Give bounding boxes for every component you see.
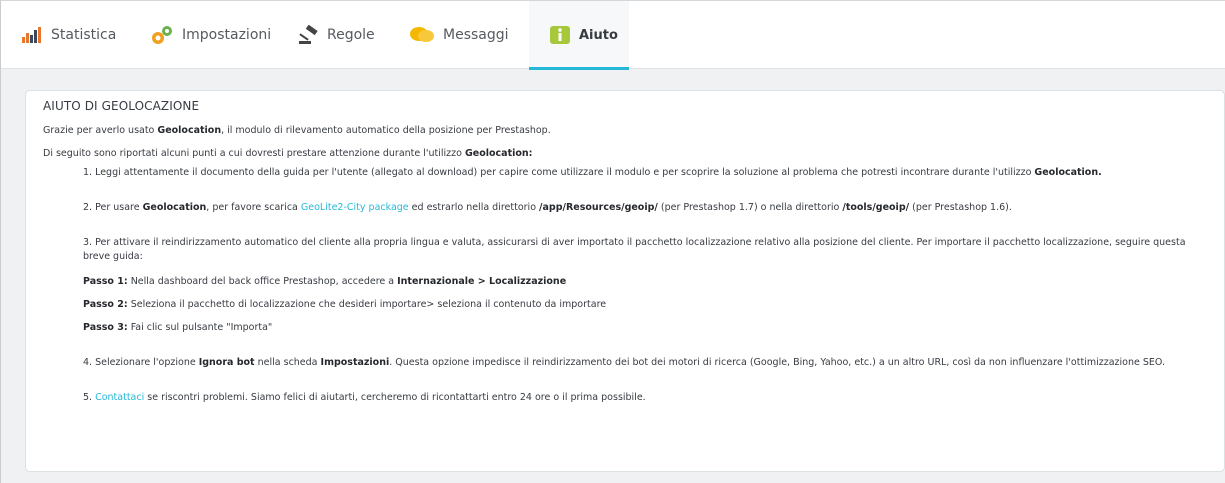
intro-text: Di seguito sono riportati alcuni punti a… <box>43 148 465 159</box>
step-2: Passo 2: Seleziona il pacchetto di local… <box>83 298 1204 312</box>
item-bold: Ignora bot <box>198 357 255 368</box>
step-label: Passo 3: <box>83 322 128 333</box>
item-text: 4. Selezionare l'opzione <box>83 357 199 368</box>
tab-label: Statistica <box>51 27 117 43</box>
item-text: , per favore scarica <box>206 202 301 213</box>
item-bold: Impostazioni <box>320 357 390 368</box>
help-item-4: 4. Selezionare l'opzione Ignora bot nell… <box>83 356 1204 370</box>
intro-bold: Geolocation: <box>464 148 533 159</box>
tab-label: Aiuto <box>579 27 618 43</box>
panel-title: AIUTO DI GEOLOCAZIONE <box>43 99 200 113</box>
item-text: 2. Per usare <box>83 202 143 213</box>
page-frame: Statistica Impostazioni Regole Messaggi … <box>0 0 1225 483</box>
steps-list: Passo 1: Nella dashboard del back office… <box>83 275 1204 335</box>
step-text: Nella dashboard del back office Prestash… <box>127 276 398 287</box>
help-list: 1. Leggi attentamente il documento della… <box>43 166 1224 405</box>
item-text: . Questa opzione impedisce il reindirizz… <box>389 357 1165 368</box>
tab-statistica[interactable]: Statistica <box>1 1 136 69</box>
tab-label: Messaggi <box>443 27 509 43</box>
help-panel: AIUTO DI GEOLOCAZIONE Grazie per averlo … <box>25 90 1225 472</box>
item-text: 5. <box>83 392 96 403</box>
step-1: Passo 1: Nella dashboard del back office… <box>83 275 1204 289</box>
help-item-3: 3. Per attivare il reindirizzamento auto… <box>83 236 1204 335</box>
help-item-1: 1. Leggi attentamente il documento della… <box>83 166 1204 180</box>
step-label: Passo 2: <box>83 299 128 310</box>
step-3: Passo 3: Fai clic sul pulsante "Importa" <box>83 321 1204 335</box>
item-text: (per Prestashop 1.6). <box>909 202 1012 213</box>
item-text: nella scheda <box>254 357 321 368</box>
gears-icon <box>150 25 174 45</box>
item-text: (per Prestashop 1.7) o nella direttorio <box>657 202 843 213</box>
step-label: Passo 1: <box>83 276 128 287</box>
intro-line-1: Grazie per averlo usato Geolocation, il … <box>43 124 1224 137</box>
gavel-icon <box>297 25 319 45</box>
tab-bar: Statistica Impostazioni Regole Messaggi … <box>1 1 1225 70</box>
item-bold: Geolocation <box>142 202 207 213</box>
help-item-5: 5. Contattaci se riscontri problemi. Sia… <box>83 391 1204 405</box>
help-item-2: 2. Per usare Geolocation, per favore sca… <box>83 201 1204 215</box>
info-icon <box>549 25 571 45</box>
chat-bubbles-icon <box>409 26 435 44</box>
item-bold: Geolocation. <box>1034 167 1102 178</box>
geolite-download-link[interactable]: GeoLite2-City package <box>301 202 409 213</box>
item-text: ed estrarlo nella direttorio <box>408 202 540 213</box>
bar-chart-icon <box>21 27 43 43</box>
tab-messaggi[interactable]: Messaggi <box>389 1 529 69</box>
step-bold: Internazionale > Localizzazione <box>397 276 567 287</box>
intro-text: , il modulo di rilevamento automatico de… <box>221 125 551 136</box>
intro-line-2: Di seguito sono riportati alcuni punti a… <box>43 147 1224 160</box>
step-text: Fai clic sul pulsante "Importa" <box>127 322 273 333</box>
tab-impostazioni[interactable]: Impostazioni <box>130 1 291 69</box>
step-text: Seleziona il pacchetto di localizzazione… <box>127 299 607 310</box>
contact-link[interactable]: Contattaci <box>95 392 144 403</box>
tab-label: Regole <box>327 27 375 43</box>
item-text: 1. Leggi attentamente il documento della… <box>83 167 1035 178</box>
tab-label: Impostazioni <box>182 27 272 43</box>
item-path: /tools/geoip/ <box>842 202 910 213</box>
intro-bold: Geolocation <box>157 125 222 136</box>
tab-aiuto[interactable]: Aiuto <box>529 1 629 70</box>
item-path: /app/Resources/geoip/ <box>539 202 658 213</box>
item-text: se riscontri problemi. Siamo felici di a… <box>144 392 646 403</box>
item-text: 3. Per attivare il reindirizzamento auto… <box>83 237 1186 262</box>
active-tab-indicator <box>529 67 629 70</box>
tab-regole[interactable]: Regole <box>277 1 395 69</box>
intro-text: Grazie per averlo usato <box>43 125 158 136</box>
